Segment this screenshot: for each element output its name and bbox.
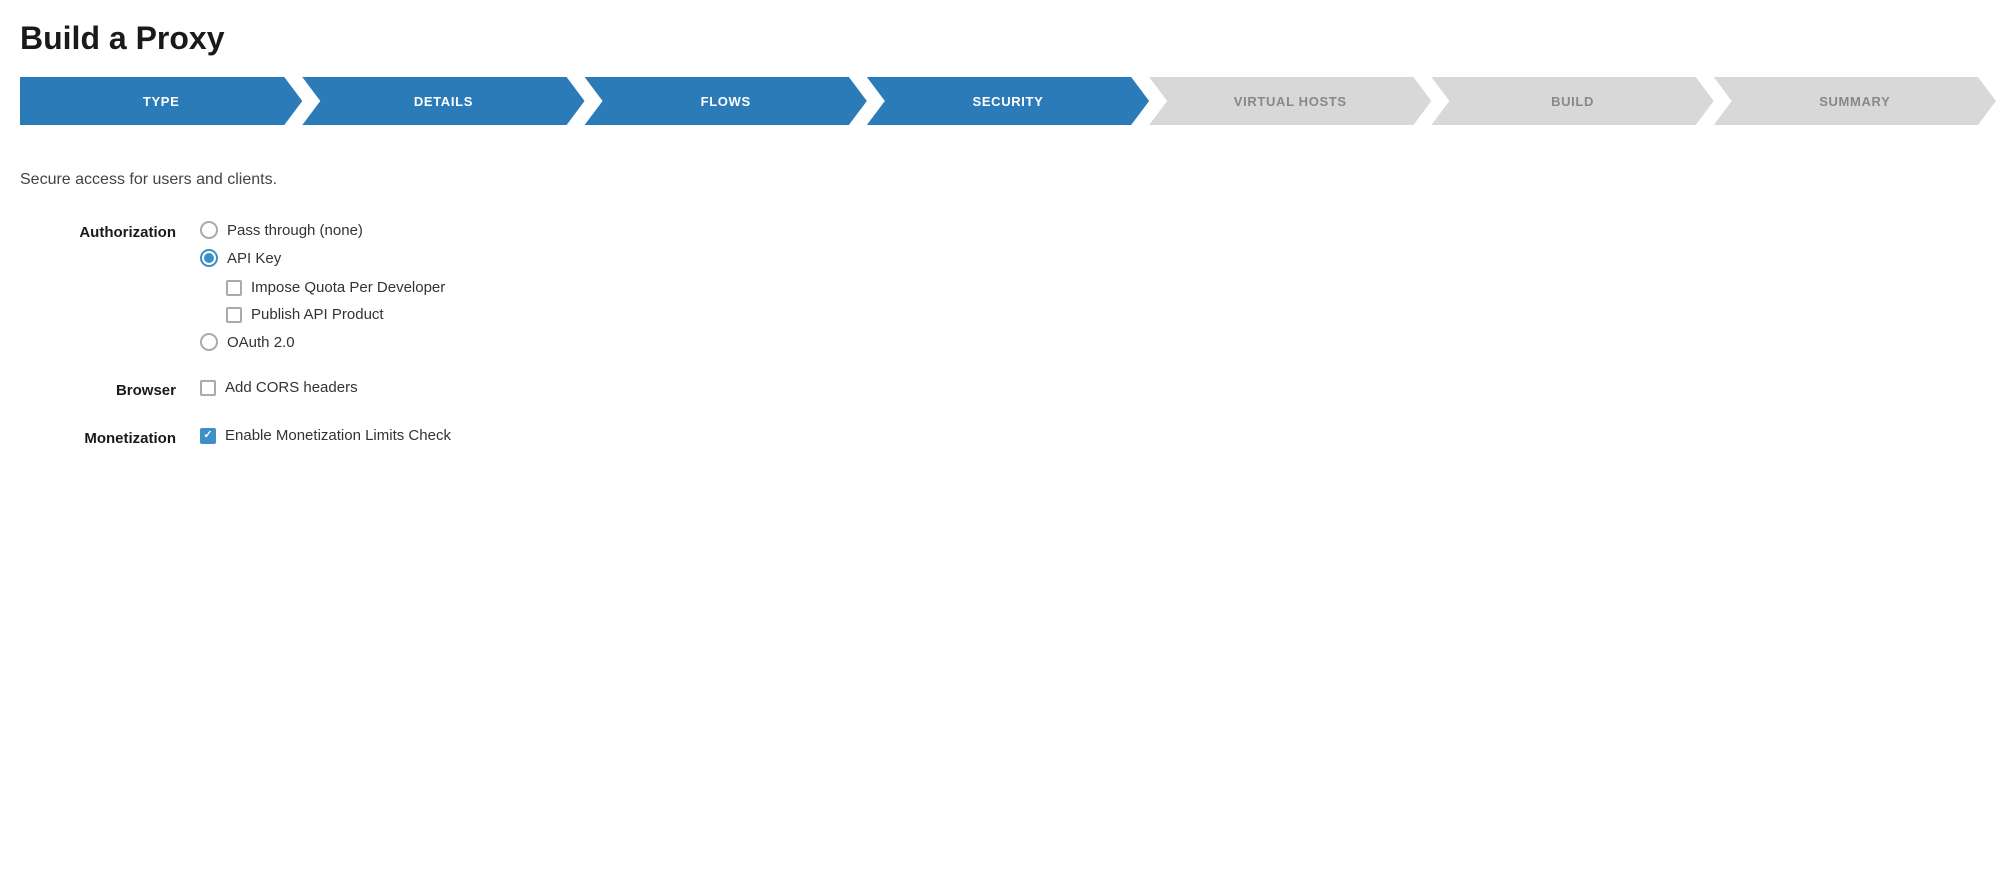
checkbox-publish-api[interactable]: Publish API Product [226,306,445,323]
page-title: Build a Proxy [20,20,1996,57]
authorization-section: Authorization Pass through (none) API Ke… [20,221,1996,351]
api-key-sub-options: Impose Quota Per Developer Publish API P… [226,279,445,323]
radio-pass-through-indicator [200,221,218,239]
checkbox-impose-quota-label: Impose Quota Per Developer [251,279,445,296]
radio-pass-through[interactable]: Pass through (none) [200,221,445,239]
radio-api-key-label: API Key [227,250,281,267]
radio-pass-through-label: Pass through (none) [227,222,363,239]
page-subtitle: Secure access for users and clients. [20,171,1996,189]
checkbox-publish-api-indicator [226,307,242,323]
authorization-controls: Pass through (none) API Key Impose Quota… [200,221,445,351]
radio-oauth2[interactable]: OAuth 2.0 [200,333,445,351]
checkbox-cors-headers-indicator [200,380,216,396]
authorization-label: Authorization [20,221,200,241]
monetization-controls: Enable Monetization Limits Check [200,427,451,444]
stepper: TYPE DETAILS FLOWS SECURITY VIRTUAL HOST… [20,77,1996,125]
browser-controls: Add CORS headers [200,379,358,396]
step-details[interactable]: DETAILS [302,77,584,125]
checkbox-monetization-limits[interactable]: Enable Monetization Limits Check [200,427,451,444]
step-flows[interactable]: FLOWS [585,77,867,125]
checkbox-monetization-limits-label: Enable Monetization Limits Check [225,427,451,444]
radio-oauth2-indicator [200,333,218,351]
radio-api-key[interactable]: API Key [200,249,445,267]
step-virtual-hosts[interactable]: VIRTUAL HOSTS [1149,77,1431,125]
checkbox-cors-headers[interactable]: Add CORS headers [200,379,358,396]
step-security[interactable]: SECURITY [867,77,1149,125]
browser-section: Browser Add CORS headers [20,379,1996,399]
checkbox-cors-headers-label: Add CORS headers [225,379,358,396]
checkbox-monetization-limits-indicator [200,428,216,444]
radio-oauth2-label: OAuth 2.0 [227,334,295,351]
checkbox-impose-quota[interactable]: Impose Quota Per Developer [226,279,445,296]
monetization-section: Monetization Enable Monetization Limits … [20,427,1996,447]
monetization-label: Monetization [20,427,200,447]
browser-label: Browser [20,379,200,399]
content-area: Secure access for users and clients. Aut… [20,161,1996,447]
step-type[interactable]: TYPE [20,77,302,125]
checkbox-publish-api-label: Publish API Product [251,306,384,323]
step-build[interactable]: BUILD [1431,77,1713,125]
radio-api-key-indicator [200,249,218,267]
checkbox-impose-quota-indicator [226,280,242,296]
step-summary[interactable]: SUMMARY [1714,77,1996,125]
